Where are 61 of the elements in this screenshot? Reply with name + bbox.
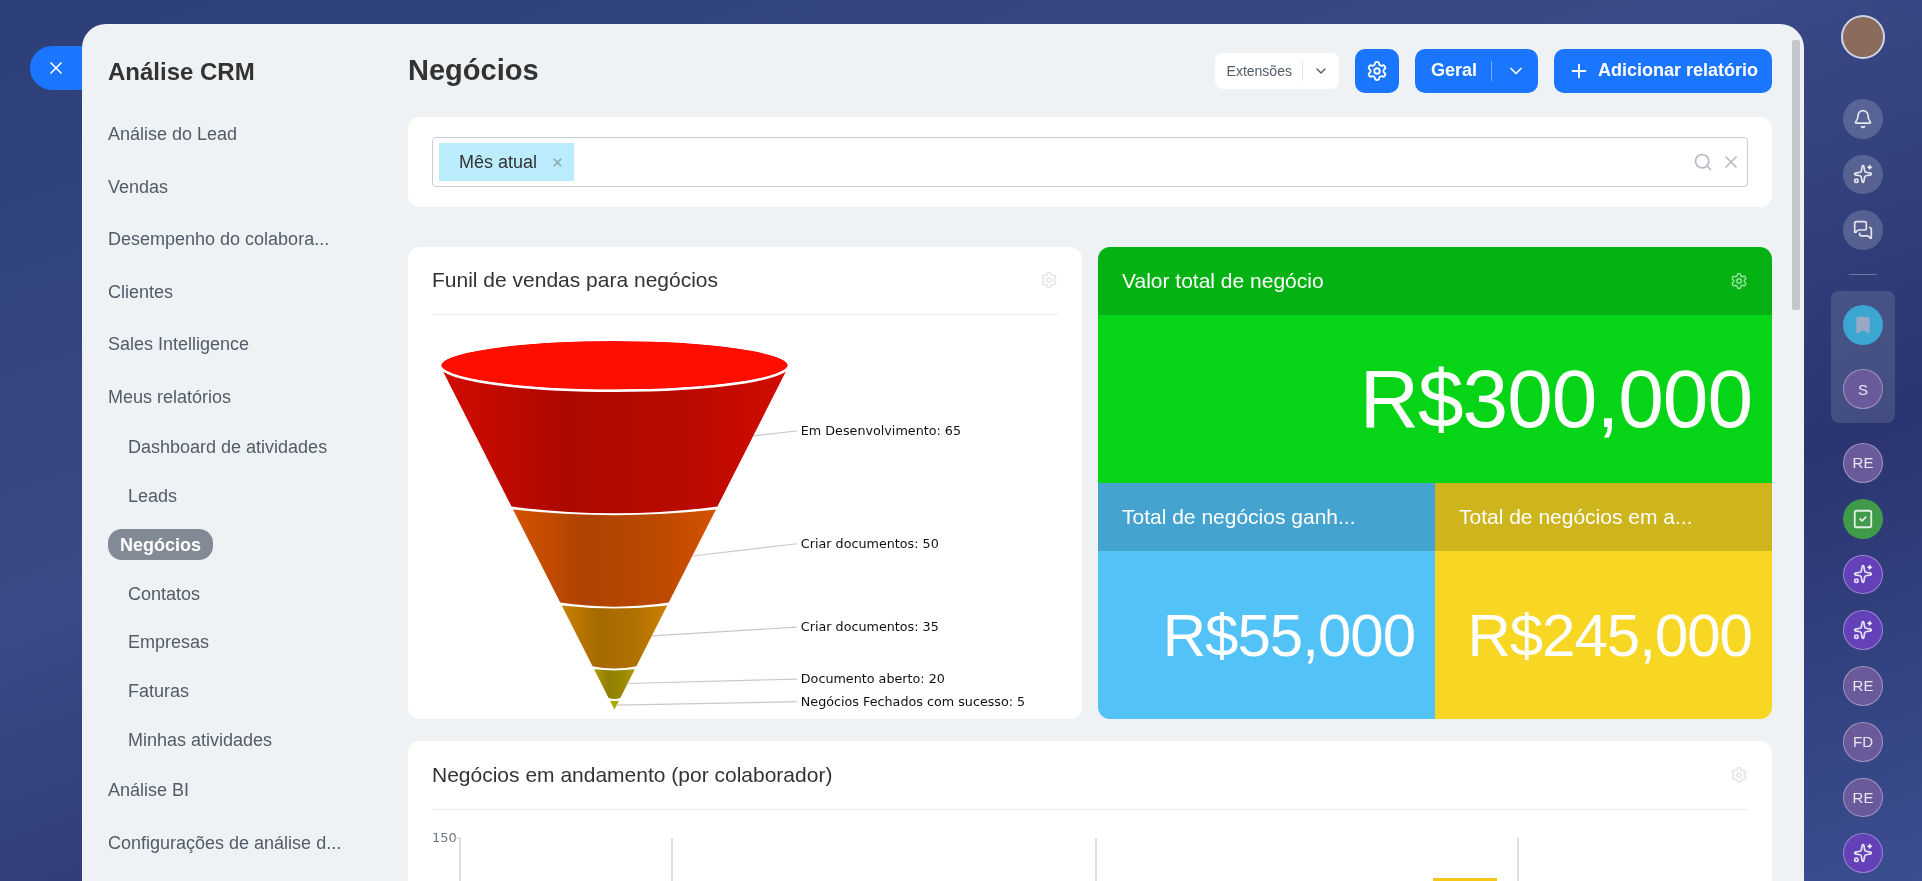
sidebar-item[interactable]: Negócios (108, 529, 214, 561)
total-value: R$245,000 (1435, 551, 1772, 719)
settings-icon (1365, 59, 1388, 82)
sidebar-item[interactable]: Configurações de análise d... (108, 816, 342, 870)
card-title: Funil de vendas para negócios (432, 268, 720, 293)
bookmark-icon (1853, 315, 1873, 335)
filter-tag[interactable]: Mês atual (439, 143, 575, 181)
app-button[interactable] (1843, 498, 1883, 539)
sparkles-icon (1853, 564, 1873, 585)
tile-title: Valor total de negócio (1122, 269, 1325, 293)
user-avatar[interactable]: RE (1843, 777, 1883, 818)
app-button[interactable] (1843, 154, 1883, 195)
add-report-button[interactable]: Adicionar relatório (1553, 48, 1772, 93)
leader-line (752, 430, 798, 437)
sidebar-item[interactable]: Desempenho do colabora... (108, 213, 330, 266)
bell-icon (1853, 108, 1873, 129)
total-value: R$55,000 (1098, 551, 1435, 719)
card-title: Negócios em andamento (por colaborador) (432, 763, 834, 787)
user-avatar[interactable] (1841, 15, 1885, 59)
sidebar-title: Análise CRM (108, 58, 256, 86)
extensions-dropdown[interactable]: Extensões (1214, 52, 1339, 89)
sidebar-item[interactable]: Sales Intelligence (108, 318, 250, 371)
sidebar-item[interactable]: Faturas (128, 666, 190, 716)
funnel-label: Negócios Fechados com sucesso: 5 (800, 693, 1026, 709)
funnel-label: Criar documentos: 50 (800, 535, 939, 551)
tile-title: Total de negócios ganh... (1098, 483, 1435, 551)
sparkles-icon (1853, 843, 1873, 864)
sidebar-item[interactable]: Meus relatórios (108, 370, 232, 423)
app-button[interactable] (1843, 98, 1883, 139)
user-avatar[interactable]: RE (1843, 666, 1883, 706)
checkbox-icon (1852, 507, 1874, 530)
sidebar-item[interactable]: Análise BI (108, 764, 190, 817)
sidebar-item[interactable]: Minhas atividades (128, 715, 273, 765)
page-title: Negócios (408, 54, 540, 87)
chat-icon (1853, 220, 1873, 241)
user-avatar[interactable]: RE (1843, 443, 1883, 483)
total-value: R$300,000 (1098, 315, 1772, 483)
sparkles-icon (1853, 164, 1873, 185)
funnel-label: Criar documentos: 35 (800, 618, 939, 634)
funnel-label: Documento aberto: 20 (800, 670, 945, 686)
app-button[interactable] (1843, 210, 1883, 250)
funnel-label: Em Desenvolvimento: 65 (800, 422, 962, 438)
view-dropdown-button[interactable]: Geral (1414, 48, 1538, 93)
close-button[interactable] (30, 46, 82, 90)
sidebar-item[interactable]: Leads (128, 471, 178, 521)
sidebar-item[interactable]: Clientes (108, 265, 174, 318)
sidebar-item[interactable]: Empresas (128, 618, 210, 667)
axis-label: 150 (432, 830, 457, 845)
filter-field[interactable]: Mês atual (432, 137, 1748, 187)
sparkles-icon (1853, 620, 1873, 641)
settings-button[interactable] (1354, 48, 1399, 93)
sidebar-item[interactable]: Análise do Lead (108, 108, 238, 161)
user-avatar[interactable]: S (1843, 369, 1883, 409)
sidebar-item[interactable]: Dashboard de atividades (128, 423, 328, 472)
sidebar-item[interactable]: Vendas (108, 160, 169, 213)
app-button[interactable] (1843, 833, 1883, 873)
app-button[interactable] (1843, 554, 1883, 595)
sidebar-item[interactable]: Contatos (128, 569, 201, 619)
tile-title: Total de negócios em a... (1435, 483, 1772, 551)
app-button[interactable] (1843, 610, 1883, 650)
user-avatar[interactable]: FD (1843, 721, 1883, 762)
